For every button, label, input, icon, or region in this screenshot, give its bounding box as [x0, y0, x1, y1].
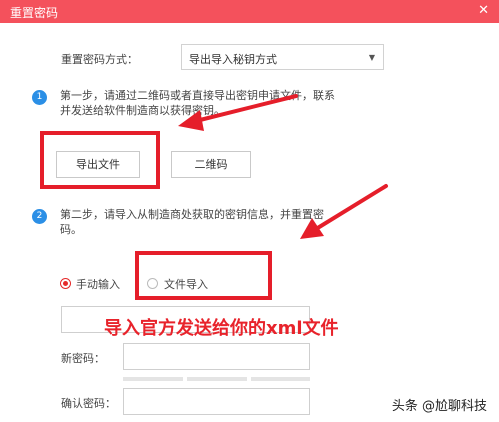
- arrow-icon: [300, 184, 388, 239]
- annotation-arrows: [178, 94, 388, 239]
- arrow-icon: [178, 94, 298, 131]
